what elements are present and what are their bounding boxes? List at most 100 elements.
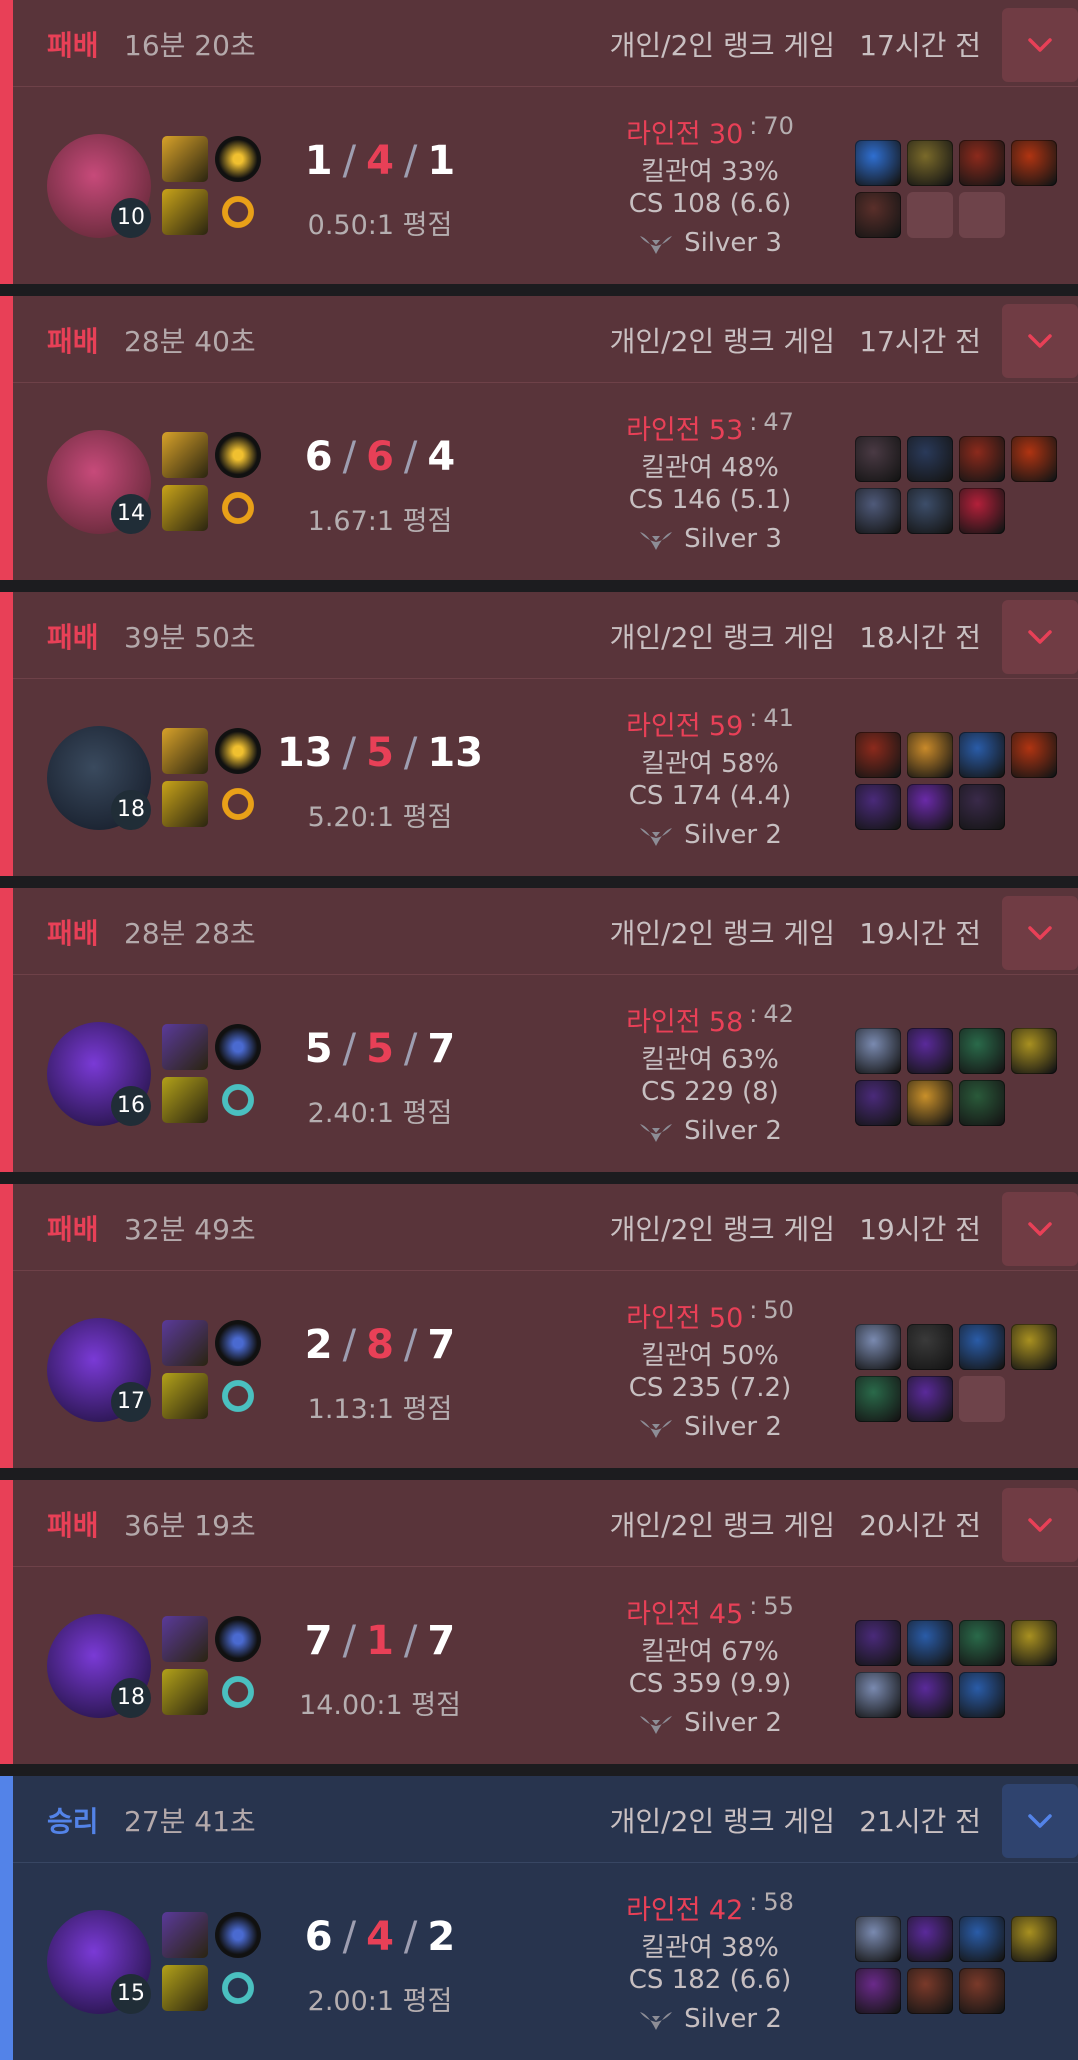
item-purple-wing-icon[interactable] (907, 1376, 953, 1422)
item-boots-icon[interactable] (855, 192, 901, 238)
rune-precision-icon[interactable] (215, 189, 261, 235)
rune-domination-icon[interactable] (215, 1077, 261, 1123)
expand-button[interactable] (1002, 1488, 1078, 1562)
kda-separator: / (342, 434, 357, 480)
item-lich-icon[interactable] (855, 1672, 901, 1718)
lane-label: 라인전 (626, 1599, 701, 1630)
item-purple-hat-icon[interactable] (855, 1080, 901, 1126)
item-red-tower-icon[interactable] (1011, 436, 1057, 482)
assists: 13 (427, 730, 484, 776)
rune-conqueror-icon[interactable] (215, 136, 261, 182)
item-gold-orb-icon[interactable] (1011, 1620, 1057, 1666)
item-green-boots-icon[interactable] (959, 1028, 1005, 1074)
match-card[interactable]: 패배 16분 20초 개인/2인 랭크 게임 17시간 전 10 1/4/1 0.50:1 … (0, 0, 1078, 284)
item-green-boots-icon[interactable] (959, 1620, 1005, 1666)
item-lich-icon[interactable] (855, 1028, 901, 1074)
item-purple-wing-icon[interactable] (907, 1672, 953, 1718)
item-book-icon[interactable] (959, 1968, 1005, 2014)
summoner-spell-flash-icon[interactable] (162, 728, 208, 774)
item-hammer-icon[interactable] (907, 1080, 953, 1126)
item-dark-armor-icon[interactable] (855, 436, 901, 482)
tier-emblem-icon (640, 235, 673, 254)
item-gold-orb-icon[interactable] (1011, 1916, 1057, 1962)
item-gold-blue-icon[interactable] (907, 1620, 953, 1666)
rune-dark-harvest-icon[interactable] (215, 1024, 261, 1070)
match-card[interactable]: 패배 36분 19초 개인/2인 랭크 게임 20시간 전 18 7/1/7 14.00:1… (0, 1480, 1078, 1764)
item-blue-orb-icon[interactable] (855, 140, 901, 186)
rune-precision-icon[interactable] (215, 781, 261, 827)
item-purple-wing-icon[interactable] (907, 1028, 953, 1074)
expand-button[interactable] (1002, 896, 1078, 970)
item-red-gem-icon[interactable] (959, 488, 1005, 534)
result-stripe (0, 1776, 13, 2060)
item-gold-blue-icon[interactable] (959, 732, 1005, 778)
item-gold-orb-icon[interactable] (1011, 1028, 1057, 1074)
summoner-spell-ghost-icon[interactable] (162, 1616, 208, 1662)
item-lich-icon[interactable] (855, 1324, 901, 1370)
item-book-icon[interactable] (907, 1968, 953, 2014)
item-purple-hat-icon[interactable] (855, 1620, 901, 1666)
match-card[interactable]: 패배 28분 28초 개인/2인 랭크 게임 19시간 전 16 5/5/7 2.40:1 … (0, 888, 1078, 1172)
match-card[interactable]: 승리 27분 41초 개인/2인 랭크 게임 21시간 전 15 6/4/2 2.00:1 … (0, 1776, 1078, 2060)
expand-button[interactable] (1002, 1784, 1078, 1858)
item-green-boots-icon[interactable] (855, 1376, 901, 1422)
rune-domination-icon[interactable] (215, 1373, 261, 1419)
summoner-spell-flash-icon[interactable] (162, 432, 208, 478)
summoner-spell-ignite-icon[interactable] (162, 1077, 208, 1123)
expand-button[interactable] (1002, 304, 1078, 378)
rune-conqueror-icon[interactable] (215, 432, 261, 478)
item-red-tower-icon[interactable] (1011, 140, 1057, 186)
summoner-spell-ghost-icon[interactable] (162, 1912, 208, 1958)
item-bag-icon[interactable] (855, 732, 901, 778)
item-bag-icon[interactable] (959, 436, 1005, 482)
item-gauntlet-icon[interactable] (907, 732, 953, 778)
item-green-orb-icon[interactable] (959, 1080, 1005, 1126)
rune-dark-harvest-icon[interactable] (215, 1616, 261, 1662)
rune-dark-harvest-icon[interactable] (215, 1912, 261, 1958)
item-purple-boots-icon[interactable] (855, 1968, 901, 2014)
item-purple-wing-icon[interactable] (907, 1916, 953, 1962)
queue-type: 개인/2인 랭크 게임 (609, 325, 835, 358)
item-red-tower-icon[interactable] (1011, 732, 1057, 778)
match-card[interactable]: 패배 28분 40초 개인/2인 랭크 게임 17시간 전 14 6/6/4 1.67:1 … (0, 296, 1078, 580)
expand-button[interactable] (1002, 8, 1078, 82)
summoner-spell-flash-icon[interactable] (162, 136, 208, 182)
item-lich-icon[interactable] (855, 1916, 901, 1962)
rune-conqueror-icon[interactable] (215, 728, 261, 774)
item-blade-icon[interactable] (855, 488, 901, 534)
item-dark-hat-icon[interactable] (959, 784, 1005, 830)
kda-separator: / (403, 1026, 418, 1072)
rune-domination-icon[interactable] (215, 1669, 261, 1715)
match-card[interactable]: 패배 32분 49초 개인/2인 랭크 게임 19시간 전 17 2/8/7 1.13:1 … (0, 1184, 1078, 1468)
match-card[interactable]: 패배 39분 50초 개인/2인 랭크 게임 18시간 전 18 13/5/13 5.20:… (0, 592, 1078, 876)
expand-button[interactable] (1002, 600, 1078, 674)
item-blade-icon[interactable] (907, 140, 953, 186)
summoner-spell-smite-icon[interactable] (162, 485, 208, 531)
item-purple-staff-icon[interactable] (907, 784, 953, 830)
kda-separator: / (342, 1914, 357, 1960)
rune-dark-harvest-icon[interactable] (215, 1320, 261, 1366)
rune-precision-icon[interactable] (215, 485, 261, 531)
lane-lose: 42 (763, 1000, 794, 1028)
summoner-spell-ignite-icon[interactable] (162, 1373, 208, 1419)
summoner-spell-ghost-icon[interactable] (162, 1024, 208, 1070)
item-gold-orb-icon[interactable] (1011, 1324, 1057, 1370)
summoner-spell-smite-icon[interactable] (162, 781, 208, 827)
item-blue-staff-icon[interactable] (959, 1916, 1005, 1962)
summoner-spell-ignite-icon[interactable] (162, 1965, 208, 2011)
match-result: 패배 (47, 1509, 99, 1542)
rune-domination-icon[interactable] (215, 1965, 261, 2011)
lane-result: 라인전 50:50 (560, 1296, 860, 1335)
summoner-spell-ghost-icon[interactable] (162, 1320, 208, 1366)
item-spear-icon[interactable] (907, 436, 953, 482)
item-purple-hat-icon[interactable] (855, 784, 901, 830)
summoner-spell-smite-icon[interactable] (162, 189, 208, 235)
summoner-spell-ignite-icon[interactable] (162, 1669, 208, 1715)
expand-button[interactable] (1002, 1192, 1078, 1266)
item-knife-icon[interactable] (907, 488, 953, 534)
item-blue-staff-icon[interactable] (959, 1672, 1005, 1718)
kill-participation: 킬관여 38% (641, 1933, 779, 1963)
item-blue-staff-icon[interactable] (959, 1324, 1005, 1370)
item-bag-icon[interactable] (959, 140, 1005, 186)
item-dark-mask-icon[interactable] (907, 1324, 953, 1370)
